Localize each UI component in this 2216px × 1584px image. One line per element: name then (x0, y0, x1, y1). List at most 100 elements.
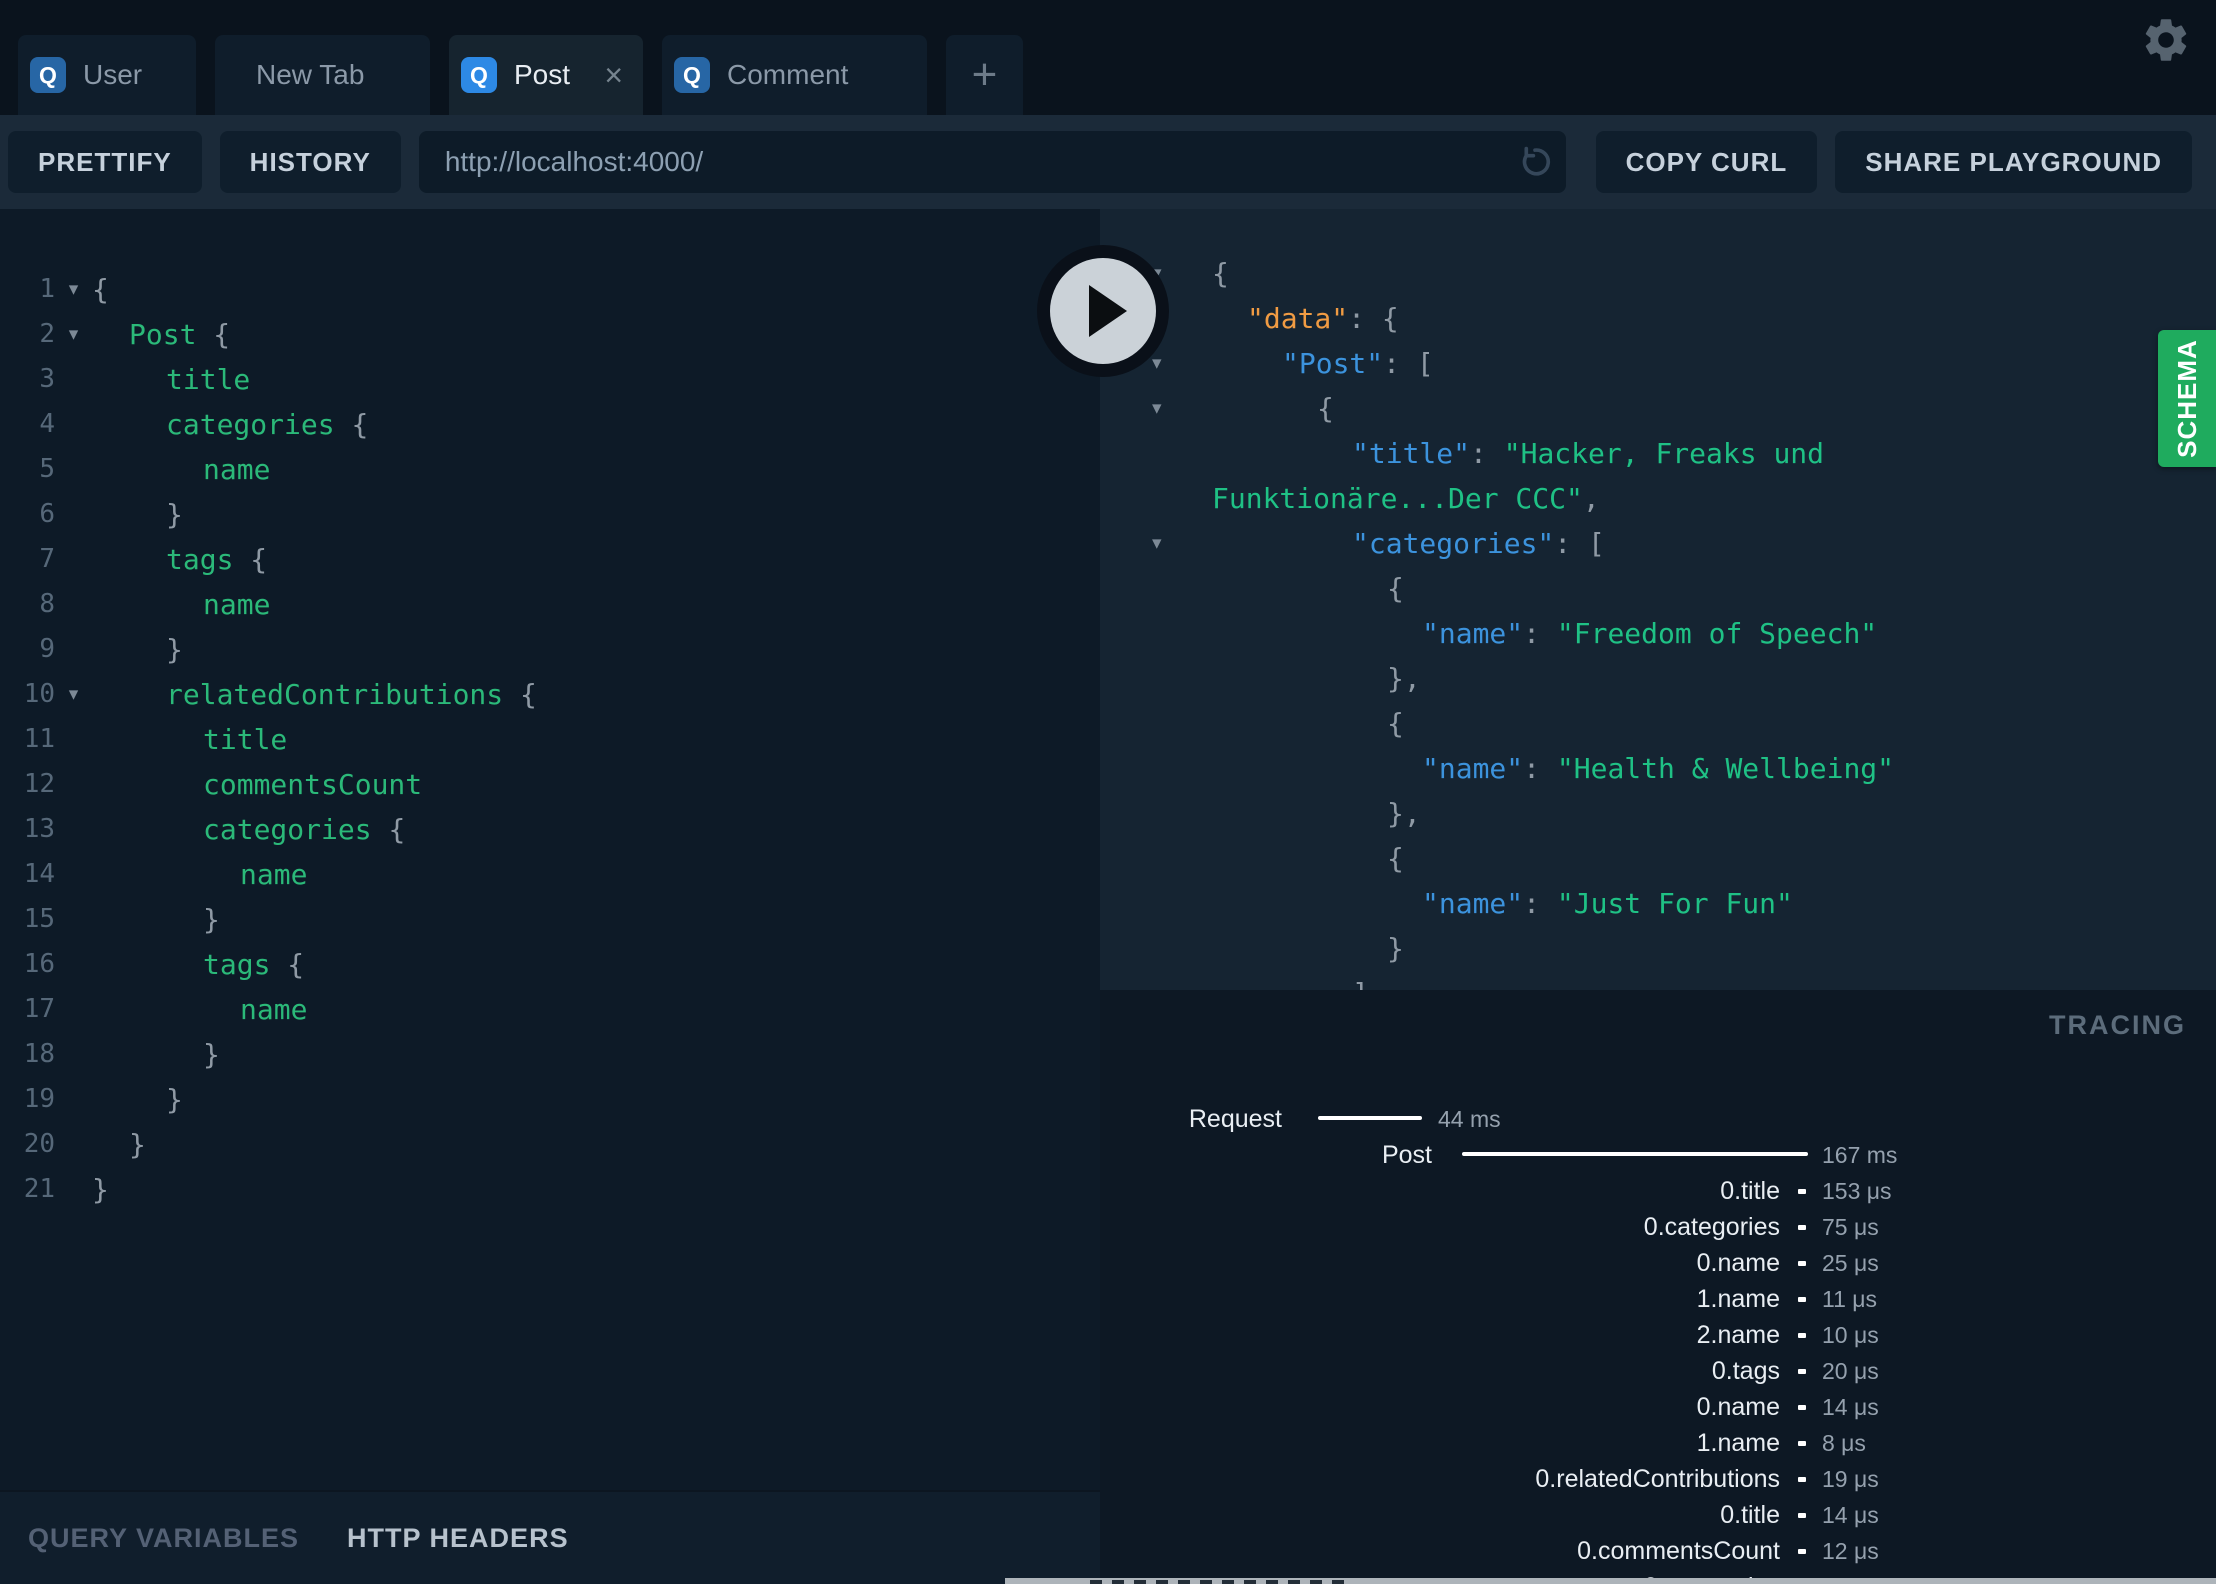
endpoint-url-input[interactable] (418, 131, 1566, 193)
line-number: 5 (39, 454, 55, 484)
code-text: name (203, 588, 271, 621)
copy-curl-button[interactable]: COPY CURL (1595, 131, 1818, 193)
trace-duration-dot (1798, 1297, 1806, 1302)
response-line: "name": "Health & Wellbeing" (1100, 746, 2216, 791)
tracing-panel[interactable]: TRACING Request 44 ms Post 167 ms 0.title 153… (1100, 990, 2216, 1584)
trace-duration-value: 44 ms (1438, 1106, 1501, 1132)
schema-tab[interactable]: SCHEMA (2158, 330, 2216, 467)
code-line: 5 name (0, 447, 1100, 492)
code-text: tags { (166, 543, 268, 576)
response-line: { (1100, 701, 2216, 746)
trace-duration-value: 12 μs (1822, 1538, 1879, 1564)
code-text: categories { (166, 408, 369, 441)
prettify-button[interactable]: PRETTIFY (8, 131, 202, 193)
tab-post[interactable]: Q Post × (449, 35, 643, 115)
toolbar: PRETTIFY HISTORY COPY CURL SHARE PLAYGRO… (0, 115, 2216, 209)
response-text: { (1212, 257, 1229, 290)
query-editor[interactable]: 1 ▾{2 ▾ Post {3 title 4 categories {5 name 6} 7 ta… (0, 209, 1100, 1584)
trace-duration-value: 14 μs (1822, 1502, 1879, 1528)
trace-duration-value: 153 μs (1822, 1178, 1892, 1204)
line-number: 19 (23, 1084, 55, 1114)
code-line: 8 name (0, 582, 1100, 627)
code-text: } (166, 633, 183, 666)
response-line: }, (1100, 656, 2216, 701)
tracing-title: TRACING (2049, 1010, 2186, 1040)
code-line: 10 ▾ relatedContributions { (0, 672, 1100, 717)
http-headers-tab[interactable]: HTTP HEADERS (347, 1523, 569, 1554)
trace-duration-dot (1798, 1477, 1806, 1482)
fold-arrow-icon[interactable]: ▾ (55, 267, 92, 312)
trace-row: Request 44 ms (1100, 1101, 2216, 1137)
trace-duration-value: 8 μs (1822, 1430, 1866, 1456)
code-text: commentsCount (203, 768, 423, 801)
code-text: } (166, 498, 183, 531)
close-tab-icon[interactable]: × (590, 59, 623, 91)
execute-button[interactable] (1037, 245, 1169, 377)
tab-label: User (83, 59, 143, 90)
tab-new-tab[interactable]: New Tab (215, 35, 430, 115)
trace-label: Post (1381, 1141, 1432, 1169)
horizontal-scrollbar[interactable] (1005, 1578, 2216, 1584)
response-line: ▾ "categories": [ (1100, 521, 2216, 566)
play-icon (1089, 285, 1127, 337)
fold-arrow-icon[interactable]: ▾ (55, 672, 92, 717)
trace-duration-dot (1798, 1513, 1806, 1518)
fold-arrow-icon[interactable]: ▾ (1152, 521, 1162, 566)
response-line: "name": "Freedom of Speech" (1100, 611, 2216, 656)
line-number: 16 (23, 949, 55, 979)
code-line: 1 ▾{ (0, 267, 1100, 312)
trace-label: 0.categories (1643, 1213, 1780, 1241)
trace-duration-bar (1462, 1152, 1808, 1156)
trace-row: 0.categories 75 μs (1100, 1209, 2216, 1245)
tab-comment[interactable]: Q Comment (662, 35, 927, 115)
tab-label: Post (514, 59, 571, 90)
code-text: { (92, 273, 109, 306)
reload-endpoint-button[interactable] (1516, 143, 1554, 181)
response-line: "name": "Just For Fun" (1100, 881, 2216, 926)
response-line: } (1100, 926, 2216, 971)
code-text: } (92, 1173, 109, 1206)
trace-label: 0.tags (1711, 1357, 1780, 1385)
settings-button[interactable] (2140, 14, 2192, 66)
query-variables-tab[interactable]: QUERY VARIABLES (28, 1523, 299, 1554)
trace-duration-dot (1798, 1261, 1806, 1266)
new-tab-button[interactable]: + (946, 35, 1023, 115)
tab-user[interactable]: Q User (18, 35, 196, 115)
trace-label: 0.title (1720, 1177, 1780, 1205)
share-playground-button[interactable]: SHARE PLAYGROUND (1835, 131, 2192, 193)
response-line: { (1100, 836, 2216, 881)
response-line: ] (1100, 971, 2216, 990)
reload-icon (1522, 146, 1550, 176)
graphql-playground-window: Q User New Tab Q Post × Q Comment + PRET… (0, 0, 2216, 1584)
code-text: } (129, 1128, 146, 1161)
fold-arrow-icon[interactable]: ▾ (55, 312, 92, 357)
editor-footer: QUERY VARIABLES HTTP HEADERS (0, 1490, 1100, 1584)
trace-row: 0.tags 20 μs (1100, 1353, 2216, 1389)
tab-label: Comment (727, 59, 849, 90)
code-line: 12 commentsCount (0, 762, 1100, 807)
code-text: name (240, 993, 308, 1026)
response-line: }, (1100, 791, 2216, 836)
line-number: 13 (23, 814, 55, 844)
response-line: ▾ "Post": [ (1100, 341, 2216, 386)
trace-label: 1.name (1696, 1285, 1780, 1313)
response-viewer[interactable]: ▾{▾"data": {▾"Post": [▾{"title": "Hacker… (1100, 209, 2216, 990)
trace-label: 0.relatedContributions (1535, 1465, 1780, 1493)
history-button[interactable]: HISTORY (219, 131, 401, 193)
query-editor-lines: 1 ▾{2 ▾ Post {3 title 4 categories {5 name 6} 7 ta… (0, 209, 1100, 1212)
response-text: { (1387, 572, 1404, 605)
trace-duration-value: 14 μs (1822, 1394, 1879, 1420)
tab-label: New Tab (256, 59, 365, 90)
tabs: Q User New Tab Q Post × Q Comment + (18, 35, 1023, 115)
fold-arrow-icon[interactable]: ▾ (1152, 386, 1162, 431)
trace-duration-dot (1798, 1225, 1806, 1230)
response-text: "title": "Hacker, Freaks und (1352, 437, 1825, 470)
